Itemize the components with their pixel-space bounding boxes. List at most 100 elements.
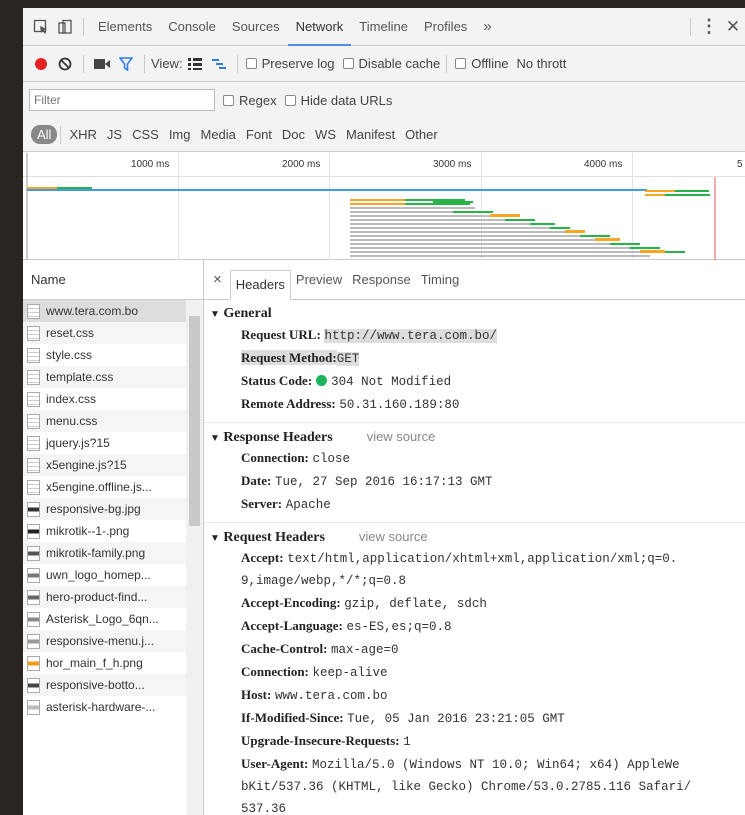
header-value: max-age=0 (331, 643, 399, 657)
header-key: Request URL: (241, 327, 321, 342)
header-value: es-ES,es;q=0.8 (346, 620, 452, 634)
header-row: Remote Address: 50.31.160.189:80 (204, 393, 745, 416)
tab-profiles[interactable]: Profiles (416, 8, 475, 46)
tab-response[interactable]: Response (347, 260, 416, 300)
image-thumb-icon (27, 501, 40, 517)
request-row[interactable]: mikrotik-family.png (23, 542, 187, 564)
regex-label: Regex (239, 92, 277, 108)
request-row[interactable]: x5engine.offline.js... (23, 476, 187, 498)
network-panel: Name www.tera.com.bo reset.css style.css te… (23, 260, 745, 815)
offline-checkbox[interactable] (455, 58, 467, 69)
divider (83, 54, 84, 73)
header-value: Mozilla/5.0 (Windows NT 10.0; Win64; x64… (312, 758, 680, 772)
request-name: x5engine.offline.js... (46, 480, 152, 494)
record-icon[interactable] (29, 52, 53, 76)
header-value-continued: 9,image/webp,*/*;q=0.8 (241, 574, 407, 588)
device-toolbar-icon[interactable] (53, 15, 77, 39)
header-row: Request Method:GET (204, 347, 745, 370)
request-row[interactable]: style.css (23, 344, 187, 366)
type-filter-img[interactable]: Img (164, 127, 196, 142)
more-options-icon[interactable]: ⋮ (697, 15, 721, 39)
request-name: Asterisk_Logo_6qn... (46, 612, 159, 626)
type-filter-media[interactable]: Media (195, 127, 240, 142)
type-filter-ws[interactable]: WS (310, 127, 341, 142)
request-row[interactable]: template.css (23, 366, 187, 388)
type-filter-doc[interactable]: Doc (277, 127, 310, 142)
tab-sources[interactable]: Sources (224, 8, 288, 46)
scrollbar-thumb[interactable] (189, 316, 200, 526)
clear-icon[interactable] (53, 52, 77, 76)
type-filter-all[interactable]: All (31, 125, 58, 144)
preserve-log-label: Preserve log (261, 56, 335, 71)
general-section-header[interactable]: ▼ General (204, 304, 745, 324)
overview-waterfall-icon[interactable] (207, 52, 231, 76)
hide-data-urls-checkbox[interactable] (284, 94, 296, 106)
regex-checkbox[interactable] (223, 94, 234, 106)
request-row[interactable]: responsive-botto... (23, 674, 187, 696)
name-column-header[interactable]: Name (23, 260, 203, 300)
triangle-down-icon: ▼ (210, 433, 220, 444)
view-source-link[interactable]: view source (359, 529, 428, 544)
header-row: Connection: keep-alive (204, 661, 745, 684)
close-detail-icon[interactable]: × (204, 260, 230, 300)
request-row[interactable]: index.css (23, 388, 187, 410)
request-name: x5engine.js?15 (46, 458, 127, 472)
header-key: Accept-Encoding: (241, 595, 341, 610)
header-key: Date: (241, 473, 272, 488)
document-icon (27, 303, 40, 319)
request-row[interactable]: responsive-menu.j... (23, 630, 187, 652)
css-file-icon (27, 369, 40, 385)
filter-input[interactable] (29, 89, 215, 111)
request-row[interactable]: x5engine.js?15 (23, 454, 187, 476)
request-row[interactable]: mikrotik--1-.png (23, 520, 187, 542)
tab-elements[interactable]: Elements (90, 8, 160, 46)
throttling-select[interactable]: No thrott (517, 56, 567, 71)
type-filter-css[interactable]: CSS (127, 127, 164, 142)
request-row[interactable]: reset.css (23, 322, 187, 344)
type-filter-xhr[interactable]: XHR (64, 127, 101, 142)
header-row: Cache-Control: max-age=0 (204, 638, 745, 661)
request-name: mikrotik-family.png (46, 546, 146, 560)
tab-headers[interactable]: Headers (229, 269, 291, 300)
request-detail-pane: × Headers Preview Response Timing ▼ Gene… (204, 260, 745, 815)
large-rows-icon[interactable] (183, 52, 207, 76)
type-filter-other[interactable]: Other (400, 127, 443, 142)
request-list-scrollbar[interactable] (186, 300, 203, 815)
image-thumb-icon (27, 611, 40, 627)
request-row[interactable]: jquery.js?15 (23, 432, 187, 454)
view-label: View: (151, 56, 183, 71)
capture-screenshots-icon[interactable] (90, 52, 114, 76)
request-row[interactable]: menu.css (23, 410, 187, 432)
request-name: hero-product-find... (46, 590, 148, 604)
view-source-link[interactable]: view source (367, 429, 436, 444)
request-name: uwn_logo_homep... (46, 568, 151, 582)
tab-timing[interactable]: Timing (416, 260, 465, 300)
timeline-overview[interactable]: 1000 ms 2000 ms 3000 ms 4000 ms 5 (23, 153, 745, 260)
type-filter-js[interactable]: JS (102, 127, 127, 142)
type-filter-font[interactable]: Font (241, 127, 277, 142)
js-file-icon (27, 479, 40, 495)
tab-preview[interactable]: Preview (291, 260, 347, 300)
request-row[interactable]: Asterisk_Logo_6qn... (23, 608, 187, 630)
tab-timeline[interactable]: Timeline (351, 8, 416, 46)
request-row[interactable]: responsive-bg.jpg (23, 498, 187, 520)
triangle-down-icon: ▼ (210, 309, 220, 320)
inspect-element-icon[interactable] (29, 15, 53, 39)
type-filter-manifest[interactable]: Manifest (341, 127, 400, 142)
response-headers-section-header[interactable]: ▼ Response Headers view source (204, 427, 745, 447)
header-row: Accept-Language: es-ES,es;q=0.8 (204, 615, 745, 638)
request-row[interactable]: www.tera.com.bo (23, 300, 187, 322)
css-file-icon (27, 413, 40, 429)
preserve-log-checkbox[interactable] (245, 58, 257, 69)
request-row[interactable]: hero-product-find... (23, 586, 187, 608)
filter-icon[interactable] (114, 52, 138, 76)
tab-console[interactable]: Console (160, 8, 224, 46)
close-icon[interactable]: ✕ (721, 15, 745, 39)
request-headers-section-header[interactable]: ▼ Request Headers view source (204, 527, 745, 547)
more-tabs-button[interactable]: » (475, 8, 499, 46)
request-row[interactable]: hor_main_f_h.png (23, 652, 187, 674)
disable-cache-checkbox[interactable] (342, 58, 354, 69)
request-row[interactable]: asterisk-hardware-... (23, 696, 187, 718)
tab-network[interactable]: Network (287, 8, 352, 46)
request-row[interactable]: uwn_logo_homep... (23, 564, 187, 586)
